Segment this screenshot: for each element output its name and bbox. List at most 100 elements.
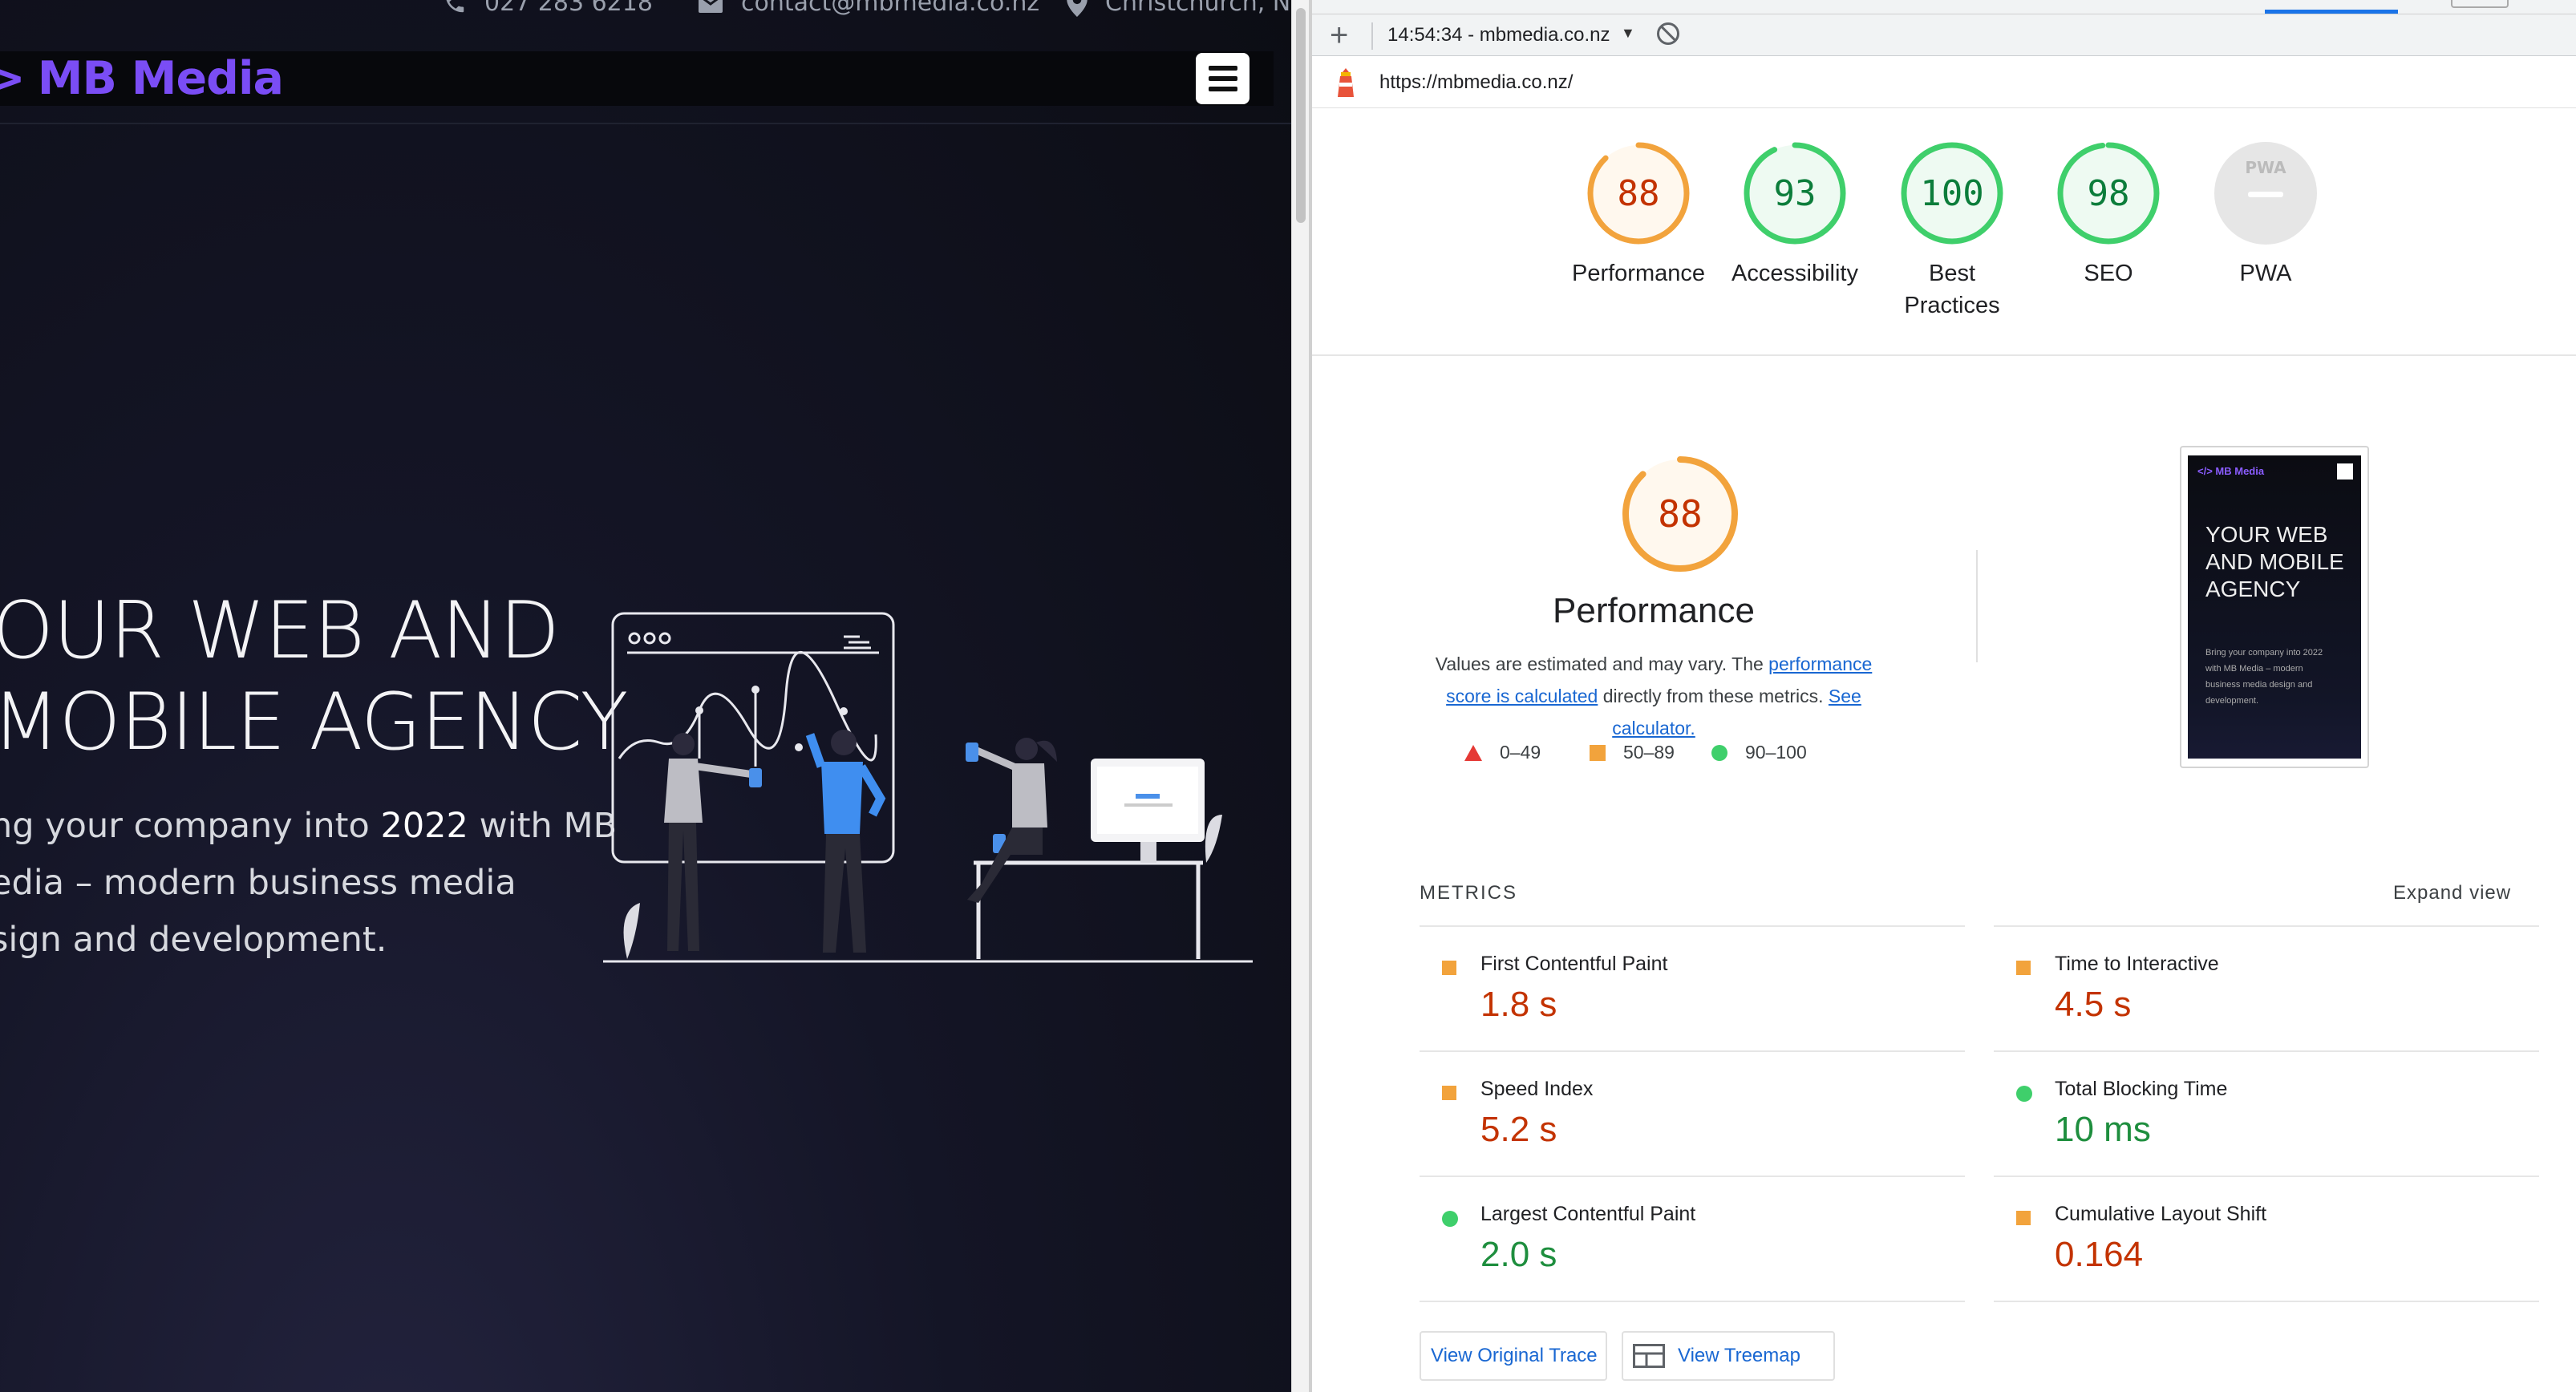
- score-value: 100: [1920, 173, 1983, 214]
- active-tab-indicator: [2265, 10, 2398, 14]
- vertical-separator: [1976, 550, 1978, 662]
- thumb-brand: </> MB Media: [2197, 465, 2265, 477]
- email-text: contact@mbmedia.co.nz: [741, 0, 1040, 17]
- metric-name: Time to Interactive: [2055, 953, 2219, 975]
- treemap-icon: [1633, 1344, 1665, 1368]
- average-square-icon: [2016, 961, 2031, 975]
- hero-sub-line1: ng your company into 2022 with MB: [0, 806, 618, 846]
- legend-fail: 0–49: [1464, 742, 1541, 763]
- red-triangle-icon: [1464, 744, 1482, 761]
- thumb-menu-icon: [2337, 463, 2353, 480]
- devtools-tabstrip: [1312, 0, 2576, 14]
- hero-sub-line2: edia – modern business media: [0, 863, 516, 903]
- pass-circle-icon: [2016, 1086, 2032, 1102]
- metric-value: 1.8 s: [1480, 985, 1557, 1024]
- phone-icon: [446, 0, 464, 12]
- new-report-icon[interactable]: +: [1330, 18, 1348, 54]
- metric-name: First Contentful Paint: [1480, 953, 1668, 975]
- brand-name: MB Media: [37, 52, 284, 105]
- email-contact[interactable]: contact@mbmedia.co.nz: [698, 0, 1039, 17]
- metric-item: Largest Contentful Paint 2.0 s: [1420, 1176, 1965, 1301]
- metrics-bottom-border: [1420, 1301, 1965, 1302]
- metric-item: Total Blocking Time 10 ms: [1994, 1050, 2539, 1176]
- thumb-title: YOUR WEB AND MOBILE AGENCY: [2205, 522, 2344, 601]
- score-ring: 93: [1744, 142, 1846, 245]
- location-contact: Christchurch, NZ: [1067, 0, 1291, 17]
- metric-item: First Contentful Paint 1.8 s: [1420, 925, 1965, 1050]
- average-square-icon: [2016, 1211, 2031, 1225]
- svg-text:PWA: PWA: [2245, 158, 2286, 177]
- orange-square-icon: [1590, 744, 1606, 761]
- lighthouse-toolbar: + 14:54:34 - mbmedia.co.nz ▼: [1312, 14, 2576, 56]
- hero-sub-line3: sign and development.: [0, 920, 387, 960]
- hero-title: OUR WEB AND MOBILE AGENCY: [0, 585, 628, 768]
- envelope-icon: [699, 0, 723, 13]
- performance-gauge-large: 88: [1620, 454, 1740, 578]
- average-square-icon: [1442, 961, 1456, 975]
- clear-reports-icon[interactable]: [1657, 22, 1679, 45]
- phone-text: 027 283 6218: [484, 0, 653, 17]
- location-text: Christchurch, NZ: [1105, 0, 1291, 17]
- legend-pass: 90–100: [1711, 742, 1807, 763]
- hamburger-icon: [1208, 66, 1237, 71]
- score-value: 93: [1774, 173, 1817, 214]
- nav-divider: [0, 123, 1291, 124]
- lighthouse-logo-icon: [1338, 68, 1354, 97]
- expand-view-toggle[interactable]: Expand view: [2393, 882, 2511, 904]
- lighthouse-panel: + 14:54:34 - mbmedia.co.nz ▼ https://mbm…: [1312, 0, 2576, 1392]
- metric-name: Largest Contentful Paint: [1480, 1203, 1696, 1225]
- devtools-setting-box[interactable]: [2451, 0, 2509, 8]
- team-illustration: [603, 612, 1253, 963]
- view-treemap-button[interactable]: View Treemap: [1622, 1331, 1835, 1381]
- legend-average: 50–89: [1590, 742, 1675, 763]
- dropdown-caret-icon[interactable]: ▼: [1621, 25, 1635, 42]
- metric-name: Cumulative Layout Shift: [2055, 1203, 2267, 1225]
- hero-subtitle: ng your company into 2022 with MB edia –…: [0, 798, 617, 969]
- phone-contact[interactable]: 027 283 6218: [443, 0, 653, 17]
- final-screenshot-thumbnail[interactable]: </> MB Media YOUR WEB AND MOBILE AGENCY …: [2180, 446, 2369, 768]
- report-selector[interactable]: 14:54:34 - mbmedia.co.nz: [1387, 24, 1610, 47]
- code-bracket-icon: >: [0, 52, 26, 105]
- menu-toggle-button[interactable]: [1196, 53, 1250, 104]
- scrollbar-thumb[interactable]: [1296, 8, 1306, 223]
- performance-ring-large: 88: [1622, 456, 1738, 572]
- thumb-sub: Bring your company into 2022 with MB Med…: [2205, 648, 2323, 706]
- performance-description: Values are estimated and may vary. The p…: [1435, 654, 1873, 738]
- score-ring: 100: [1901, 142, 2003, 245]
- metric-value: 4.5 s: [2055, 985, 2132, 1024]
- metric-name: Speed Index: [1480, 1078, 1594, 1100]
- report-url-bar: https://mbmedia.co.nz/: [1312, 57, 2576, 108]
- metrics-bottom-border-right: [1994, 1301, 2539, 1302]
- score-gauge-4[interactable]: PWA PWA: [2165, 141, 2366, 289]
- score-ring: 98: [2057, 142, 2160, 245]
- score-ring: 88: [1587, 142, 1690, 245]
- pass-circle-icon: [1442, 1211, 1458, 1227]
- metric-value: 5.2 s: [1480, 1110, 1557, 1149]
- contact-topbar: 027 283 6218 contact@mbmedia.co.nz Chris…: [0, 0, 1291, 18]
- metric-name: Total Blocking Time: [2055, 1078, 2228, 1100]
- toolbar-separator: [1371, 22, 1373, 50]
- site-logo[interactable]: > MB Media: [0, 51, 284, 106]
- performance-score-large: 88: [1658, 492, 1702, 536]
- map-pin-icon: [1067, 0, 1088, 17]
- metrics-heading: METRICS: [1420, 882, 1517, 904]
- metric-value: 0.164: [2055, 1235, 2144, 1274]
- metric-item: Time to Interactive 4.5 s: [1994, 925, 2539, 1050]
- website-scrollbar[interactable]: [1291, 0, 1309, 1392]
- section-divider: [1312, 354, 2576, 356]
- report-url[interactable]: https://mbmedia.co.nz/: [1379, 71, 1573, 94]
- screenshot-content: </> MB Media YOUR WEB AND MOBILE AGENCY …: [2188, 455, 2361, 759]
- hero-title-line2: MOBILE AGENCY: [0, 677, 628, 768]
- pwa-badge-icon: PWA: [2214, 142, 2317, 245]
- metric-item: Speed Index 5.2 s: [1420, 1050, 1965, 1176]
- view-original-trace-button[interactable]: View Original Trace: [1420, 1331, 1607, 1381]
- score-value: 98: [2088, 173, 2130, 214]
- score-value: 88: [1618, 173, 1660, 214]
- hero-title-line1: OUR WEB AND: [0, 585, 560, 677]
- metric-value: 10 ms: [2055, 1110, 2151, 1149]
- website-viewport: 027 283 6218 contact@mbmedia.co.nz Chris…: [0, 0, 1291, 1392]
- performance-title: Performance: [1553, 591, 1755, 630]
- metric-item: Cumulative Layout Shift 0.164: [1994, 1176, 2539, 1301]
- metric-value: 2.0 s: [1480, 1235, 1557, 1274]
- green-circle-icon: [1711, 744, 1727, 761]
